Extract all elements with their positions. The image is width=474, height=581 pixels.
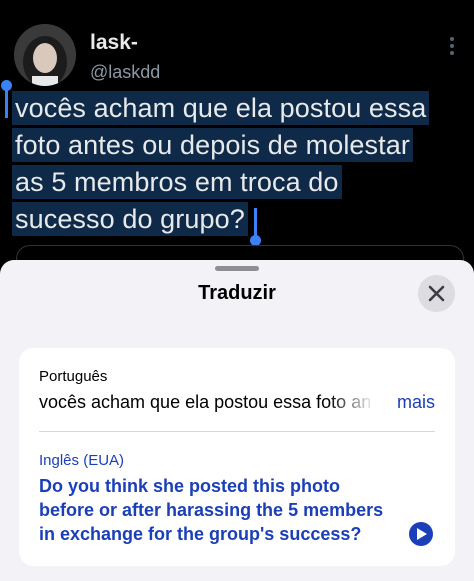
tweet-text-line: foto antes ou depois de molestar [12, 128, 413, 162]
user-handle[interactable]: @laskdd [90, 62, 160, 83]
more-link[interactable]: mais [397, 392, 435, 413]
play-icon [417, 528, 427, 540]
translated-text: Do you think she posted this photo befor… [39, 476, 384, 544]
divider [39, 431, 435, 432]
close-button[interactable] [418, 275, 455, 312]
selection-end-handle-icon[interactable] [250, 208, 261, 246]
source-text: vocês acham que ela postou essa foto ant… [39, 392, 371, 412]
close-icon [428, 285, 445, 302]
avatar[interactable] [14, 24, 76, 86]
tweet-text-line: vocês acham que ela postou essa [12, 91, 430, 125]
sheet-grabber[interactable] [215, 266, 259, 271]
display-name[interactable]: lask- [90, 31, 138, 55]
translate-sheet: Traduzir Português vocês acham que ela p… [0, 260, 474, 581]
tweet: lask- @laskdd vocês acham que ela postou… [0, 0, 474, 287]
tweet-text-line: as 5 membros em troca do [12, 165, 342, 199]
tweet-text[interactable]: vocês acham que ela postou essa foto ant… [12, 90, 462, 238]
tweet-text-line: sucesso do grupo? [12, 202, 248, 236]
selection-start-handle-icon[interactable] [1, 80, 12, 118]
play-button[interactable] [409, 522, 433, 546]
more-vertical-icon[interactable] [446, 36, 458, 56]
sheet-title: Traduzir [198, 282, 276, 304]
target-language-label[interactable]: Inglês (EUA) [39, 452, 124, 469]
source-language-label[interactable]: Português [39, 368, 107, 385]
avatar-image [14, 24, 76, 86]
translation-card: Português vocês acham que ela postou ess… [19, 348, 455, 566]
source-text-fade [329, 388, 375, 416]
